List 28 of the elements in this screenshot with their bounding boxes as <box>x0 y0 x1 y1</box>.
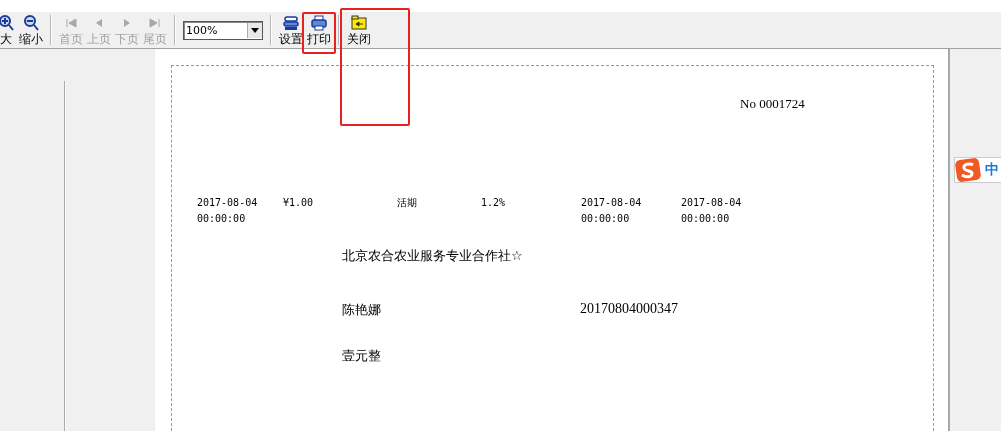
toolbar-button[interactable]: 打印 <box>305 13 333 47</box>
field-value: 2017-08-04 <box>197 196 258 210</box>
account-number: 20170804000347 <box>580 301 678 318</box>
field-value: 2017-08-04 <box>681 196 742 210</box>
field-value: 1.2% <box>481 196 506 210</box>
zoom-select[interactable]: 100% <box>183 20 263 40</box>
caret-icon <box>251 27 259 33</box>
toolbar-button[interactable]: 缩小 <box>17 13 45 47</box>
input-method-indicator[interactable]: 中 <box>954 157 1001 183</box>
folder-icon <box>350 14 368 32</box>
company-name: 北京农合农业服务专业合作社☆ <box>342 247 523 265</box>
customer-name: 陈艳娜 <box>342 302 381 317</box>
document-number: No 0001724 <box>740 96 805 111</box>
toolbar-button[interactable]: 大 <box>0 13 17 47</box>
zoom-in-icon <box>0 14 15 32</box>
field-value: 00:00:00 <box>681 212 730 226</box>
amount-in-words: 壹元整 <box>342 347 381 365</box>
zoom-out-icon <box>22 14 40 32</box>
logo-icon <box>955 158 981 182</box>
toolbar-button[interactable]: 设置 <box>277 13 305 47</box>
field-value: ¥1.00 <box>283 196 314 210</box>
field-value: 2017-08-04 <box>581 196 642 210</box>
field-value: 00:00:00 <box>581 212 630 226</box>
field-value: 00:00:00 <box>197 212 246 226</box>
printer-stack-icon <box>282 14 300 32</box>
printer-icon <box>310 14 328 32</box>
field-value: 活期 <box>397 196 417 210</box>
toolbar-button[interactable]: 关闭 <box>345 13 373 47</box>
